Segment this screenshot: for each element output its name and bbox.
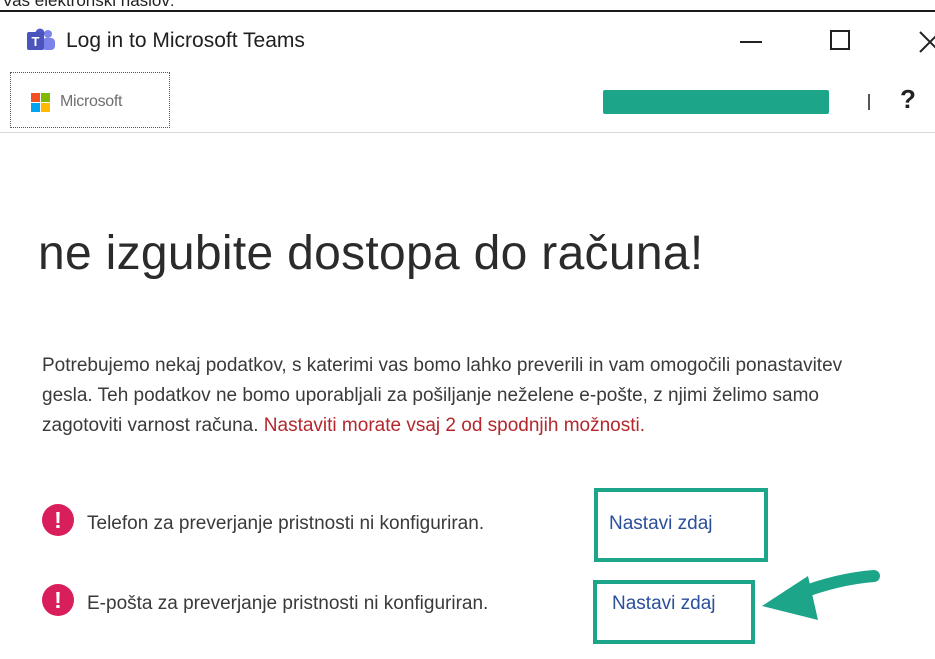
- microsoft-brand-label: Microsoft: [60, 93, 123, 110]
- svg-text:T: T: [32, 34, 40, 49]
- redacted-account-bar: [603, 90, 829, 114]
- alert-icon: !: [42, 584, 74, 616]
- phone-status-text: Telefon za preverjanje pristnosti ni kon…: [87, 513, 485, 534]
- page-heading: ne izgubite dostopa do računa!: [38, 227, 704, 280]
- pointer-arrow-icon: [762, 570, 880, 620]
- alert-icon: !: [42, 504, 74, 536]
- window-titlebar: T Log in to Microsoft Teams: [0, 12, 935, 68]
- help-icon[interactable]: ?: [900, 84, 916, 115]
- minimize-button[interactable]: [735, 26, 775, 56]
- requirement-warning: Nastaviti morate vsaj 2 od spodnjih možn…: [263, 415, 646, 436]
- window-title: Log in to Microsoft Teams: [66, 29, 305, 52]
- intro-paragraph: Potrebujemo nekaj podatkov, s katerimi v…: [42, 351, 892, 441]
- highlight-box-email: [593, 580, 755, 644]
- maximize-button[interactable]: [826, 26, 866, 56]
- microsoft-logo-icon: [31, 93, 51, 113]
- browser-toolbar: Microsoft ?: [0, 68, 935, 133]
- email-status-text: E-pošta za preverjanje pristnosti ni kon…: [87, 593, 489, 614]
- microsoft-teams-icon: T: [26, 28, 56, 54]
- microsoft-logo-button[interactable]: Microsoft: [10, 72, 170, 128]
- close-icon: [919, 31, 935, 53]
- toolbar-divider: [868, 94, 870, 110]
- close-button[interactable]: [912, 26, 935, 56]
- highlight-box-phone: [594, 488, 768, 562]
